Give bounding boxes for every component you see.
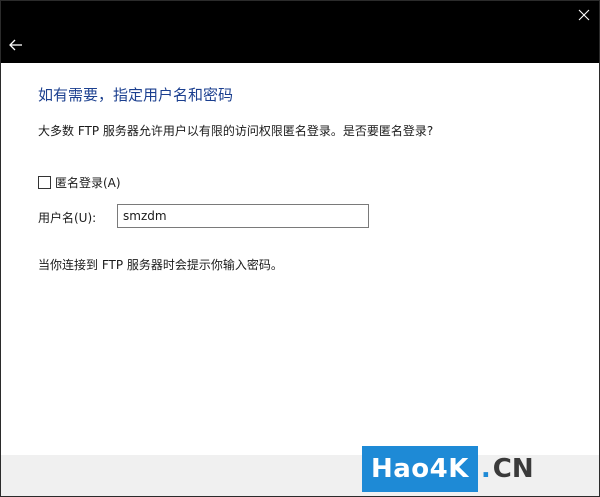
checkbox-box[interactable]	[38, 175, 51, 189]
dialog-content: 如有需要，指定用户名和密码 大多数 FTP 服务器允许用户以有限的访问权限匿名登…	[1, 63, 599, 455]
username-input[interactable]: smzdm	[117, 204, 369, 228]
close-button[interactable]	[574, 5, 594, 25]
watermark-logo: Hao4K . CN	[362, 446, 588, 492]
anonymous-login-label[interactable]: 匿名登录(A)	[55, 174, 121, 191]
username-label: 用户名(U):	[38, 211, 97, 225]
password-hint: 当你连接到 FTP 服务器时会提示你输入密码。	[38, 258, 283, 272]
page-title: 如有需要，指定用户名和密码	[38, 86, 234, 104]
close-icon	[578, 9, 590, 21]
watermark-tld: CN	[492, 454, 534, 484]
arrow-left-icon	[9, 39, 22, 51]
watermark-dot: .	[480, 454, 491, 484]
anonymous-login-description: 大多数 FTP 服务器允许用户以有限的访问权限匿名登录。是否要匿名登录?	[38, 124, 434, 138]
ftp-login-dialog: 如有需要，指定用户名和密码 大多数 FTP 服务器允许用户以有限的访问权限匿名登…	[0, 0, 600, 497]
anonymous-login-checkbox[interactable]: 匿名登录(A)	[38, 174, 121, 190]
title-bar	[1, 1, 599, 63]
back-button[interactable]	[5, 34, 27, 56]
watermark-brand: Hao4K	[362, 446, 478, 492]
